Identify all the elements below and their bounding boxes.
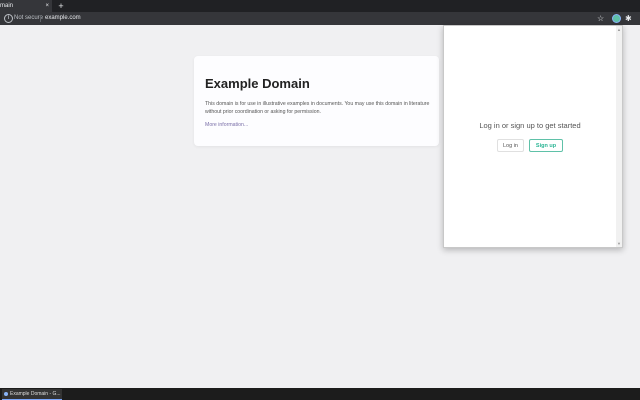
content-card: Example Domain This domain is for use in… (194, 56, 439, 146)
popup-message: Log in or sign up to get started (479, 121, 581, 130)
taskbar-item-label: Example Domain - G... (10, 391, 61, 397)
info-icon[interactable]: i (4, 14, 13, 23)
browser-toolbar: i Not secure example.com ☆ ✱ (0, 12, 640, 25)
tab-strip: main × + (0, 0, 640, 12)
scroll-down-icon[interactable]: ▼ (617, 241, 621, 246)
close-icon[interactable]: × (45, 0, 49, 12)
sign-up-button[interactable]: Sign up (529, 139, 563, 152)
log-in-button[interactable]: Log in (497, 139, 524, 152)
puzzle-icon[interactable]: ✱ (625, 12, 632, 25)
security-label[interactable]: Not secure (14, 12, 43, 25)
browser-icon (4, 392, 8, 396)
address-bar[interactable]: example.com (45, 12, 81, 25)
page-description: This domain is for use in illustrative e… (205, 101, 430, 115)
more-information-link[interactable]: More information... (205, 122, 248, 128)
star-icon[interactable]: ☆ (597, 12, 604, 25)
new-tab-button[interactable]: + (57, 0, 65, 12)
taskbar: Example Domain - G... (0, 388, 640, 400)
extension-popup: ▲ ▼ Log in or sign up to get started Log… (443, 25, 623, 248)
tab-title: main (0, 3, 14, 9)
taskbar-item-browser[interactable]: Example Domain - G... (2, 389, 62, 400)
popup-scrollbar[interactable]: ▲ ▼ (616, 26, 622, 247)
page-title: Example Domain (205, 76, 310, 91)
scroll-up-icon[interactable]: ▲ (617, 27, 621, 32)
extension-icon[interactable] (613, 15, 620, 22)
address-separator (40, 15, 41, 22)
tab-example-domain[interactable]: main × (0, 0, 52, 12)
